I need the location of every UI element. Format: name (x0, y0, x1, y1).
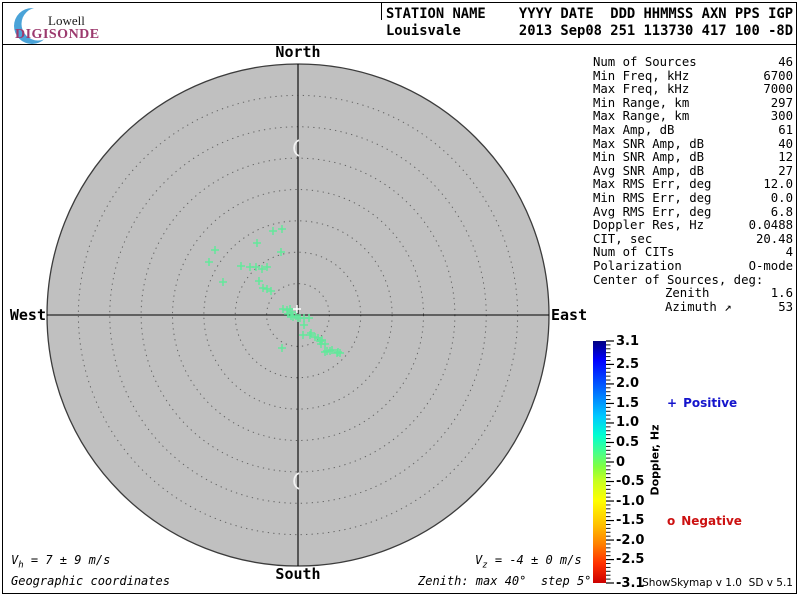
stat-value: 6700 (763, 68, 793, 83)
compass-east-label: East (551, 306, 588, 324)
colorbar-tick-label: 2.0 (616, 376, 640, 392)
stat-value: 46 (778, 55, 793, 69)
stat-value: 0.0488 (748, 218, 793, 233)
stat-value: 12.0 (763, 177, 793, 192)
stat-row: Max Range, km 300 (593, 110, 793, 124)
stat-value: 20.48 (755, 231, 793, 246)
colorbar-tick-label: -2.5 (616, 552, 645, 568)
stat-value: O-mode (748, 258, 793, 273)
legend-negative: o Negative (667, 514, 742, 528)
stat-value: 7000 (763, 82, 793, 97)
colorbar-axis-label: Doppler, Hz (648, 424, 662, 496)
stat-label: Avg RMS Err, deg (593, 204, 712, 219)
stat-label: Max Amp, dB (593, 122, 675, 137)
stat-row: Avg SNR Amp, dB 27 (593, 163, 793, 179)
stat-value: 40 (778, 136, 793, 151)
circle-marker-symbol: o (667, 514, 676, 528)
stat-label: Center of Sources, deg: (593, 272, 764, 287)
stat-row: Max Freq, kHz 7000 (593, 83, 793, 97)
stat-value: 1.6 (770, 286, 793, 301)
stat-value: 0.0 (770, 190, 793, 205)
stat-label: Max RMS Err, deg (593, 177, 712, 192)
app-version-label: ShowSkymap v 1.0 SD v 5.1 (642, 577, 793, 589)
stat-label: Min Freq, kHz (593, 68, 690, 83)
legend-negative-label: Negative (681, 514, 742, 528)
stat-row: Max Amp, dB 61 (593, 122, 793, 138)
lowell-digisonde-logo: Lowell DIGISONDE (8, 4, 138, 44)
station-table-values: Louisvale 2013 Sep08 251 113730 417 100 … (386, 23, 794, 39)
stat-label: Azimuth ↗ (665, 299, 732, 314)
showskymap-window: Lowell DIGISONDE STATION NAME YYYY DATE … (0, 0, 800, 600)
colorbar-tick-label: 3.1 (616, 333, 640, 349)
stat-label: Polarization (593, 258, 682, 273)
colorbar-tick-label: -1.5 (616, 513, 645, 529)
stat-label: Zenith (665, 286, 710, 301)
header-divider (3, 44, 797, 45)
stat-label: CIT, sec (593, 231, 653, 246)
measurement-stats-panel: Num of Sources 46 Min Freq, kHz 6700 Max Fre… (593, 55, 793, 315)
stat-label: Min Range, km (593, 95, 690, 110)
stat-label: Num of Sources (593, 55, 697, 69)
stat-row: Azimuth ↗ 53 (593, 299, 793, 315)
stat-label: Avg SNR Amp, dB (593, 163, 705, 178)
stat-row: Min Range, km 297 (593, 95, 793, 111)
zenith-scale-note: Zenith: max 40° step 5° (418, 574, 592, 588)
stat-label: Max Range, km (593, 109, 690, 124)
stat-label: Max Freq, kHz (593, 82, 690, 97)
stat-value: 12 (778, 150, 793, 165)
stat-row: Max SNR Amp, dB 40 (593, 136, 793, 152)
stat-value: 4 (785, 245, 793, 260)
stat-row: Min Freq, kHz 6700 (593, 68, 793, 84)
legend-positive: + Positive (667, 396, 737, 410)
colorbar-tick-label: -3.1 (616, 575, 645, 591)
stat-row: Max RMS Err, deg 12.0 (593, 178, 793, 192)
colorbar-tick-label: -2.0 (616, 532, 645, 548)
compass-south-label: South (275, 565, 321, 583)
colorbar-tick-label: 2.5 (616, 356, 640, 372)
stat-label: Doppler Res, Hz (593, 218, 705, 233)
station-table-header: STATION NAME YYYY DATE DDD HHMMSS AXN PP… (386, 6, 794, 22)
stat-row: Num of Sources 46 (593, 55, 793, 70)
stat-value: 61 (778, 122, 793, 137)
stat-value: 297 (770, 95, 793, 110)
coordinate-system-label: Geographic coordinates (11, 574, 170, 588)
stat-label: Num of CITs (593, 245, 675, 260)
stat-label: Min SNR Amp, dB (593, 150, 705, 165)
stat-value: 300 (770, 109, 793, 124)
stat-value: 53 (778, 299, 793, 314)
stat-row: Min SNR Amp, dB 12 (593, 151, 793, 165)
stat-row: Num of CITs 4 (593, 246, 793, 260)
stat-row: Polarization O-mode (593, 258, 793, 274)
stat-row: Avg RMS Err, deg 6.8 (593, 204, 793, 220)
stat-row: Doppler Res, Hz 0.0488 (593, 219, 793, 233)
colorbar-tick-label: 1.0 (616, 415, 640, 431)
compass-west-label: West (9, 306, 46, 324)
plus-marker-symbol: + (667, 396, 678, 410)
stat-label: Min RMS Err, deg (593, 190, 712, 205)
stat-value: 6.8 (770, 204, 793, 219)
legend-positive-label: Positive (683, 396, 738, 410)
stat-value: 27 (778, 163, 793, 178)
horizontal-velocity-readout: Vh = 7 ± 9 m/s (11, 553, 111, 571)
colorbar-tick-label: 1.5 (616, 395, 640, 411)
logo-product: DIGISONDE (15, 27, 100, 42)
header-vertical-divider (381, 3, 382, 20)
stat-row: Zenith 1.6 (593, 286, 793, 301)
vertical-velocity-readout: Vz = -4 ± 0 m/s (475, 553, 582, 571)
stat-row: Min RMS Err, deg 0.0 (593, 190, 793, 206)
colorbar-tick-label: 0 (616, 454, 626, 470)
compass-north-label: North (275, 43, 321, 61)
stat-row: Center of Sources, deg: (593, 272, 793, 288)
colorbar-tick-label: 0.5 (616, 434, 640, 450)
colorbar-tick-label: -0.5 (616, 474, 645, 490)
stat-row: CIT, sec 20.48 (593, 231, 793, 247)
colorbar-tick-label: -1.0 (616, 493, 645, 509)
stat-label: Max SNR Amp, dB (593, 136, 705, 151)
